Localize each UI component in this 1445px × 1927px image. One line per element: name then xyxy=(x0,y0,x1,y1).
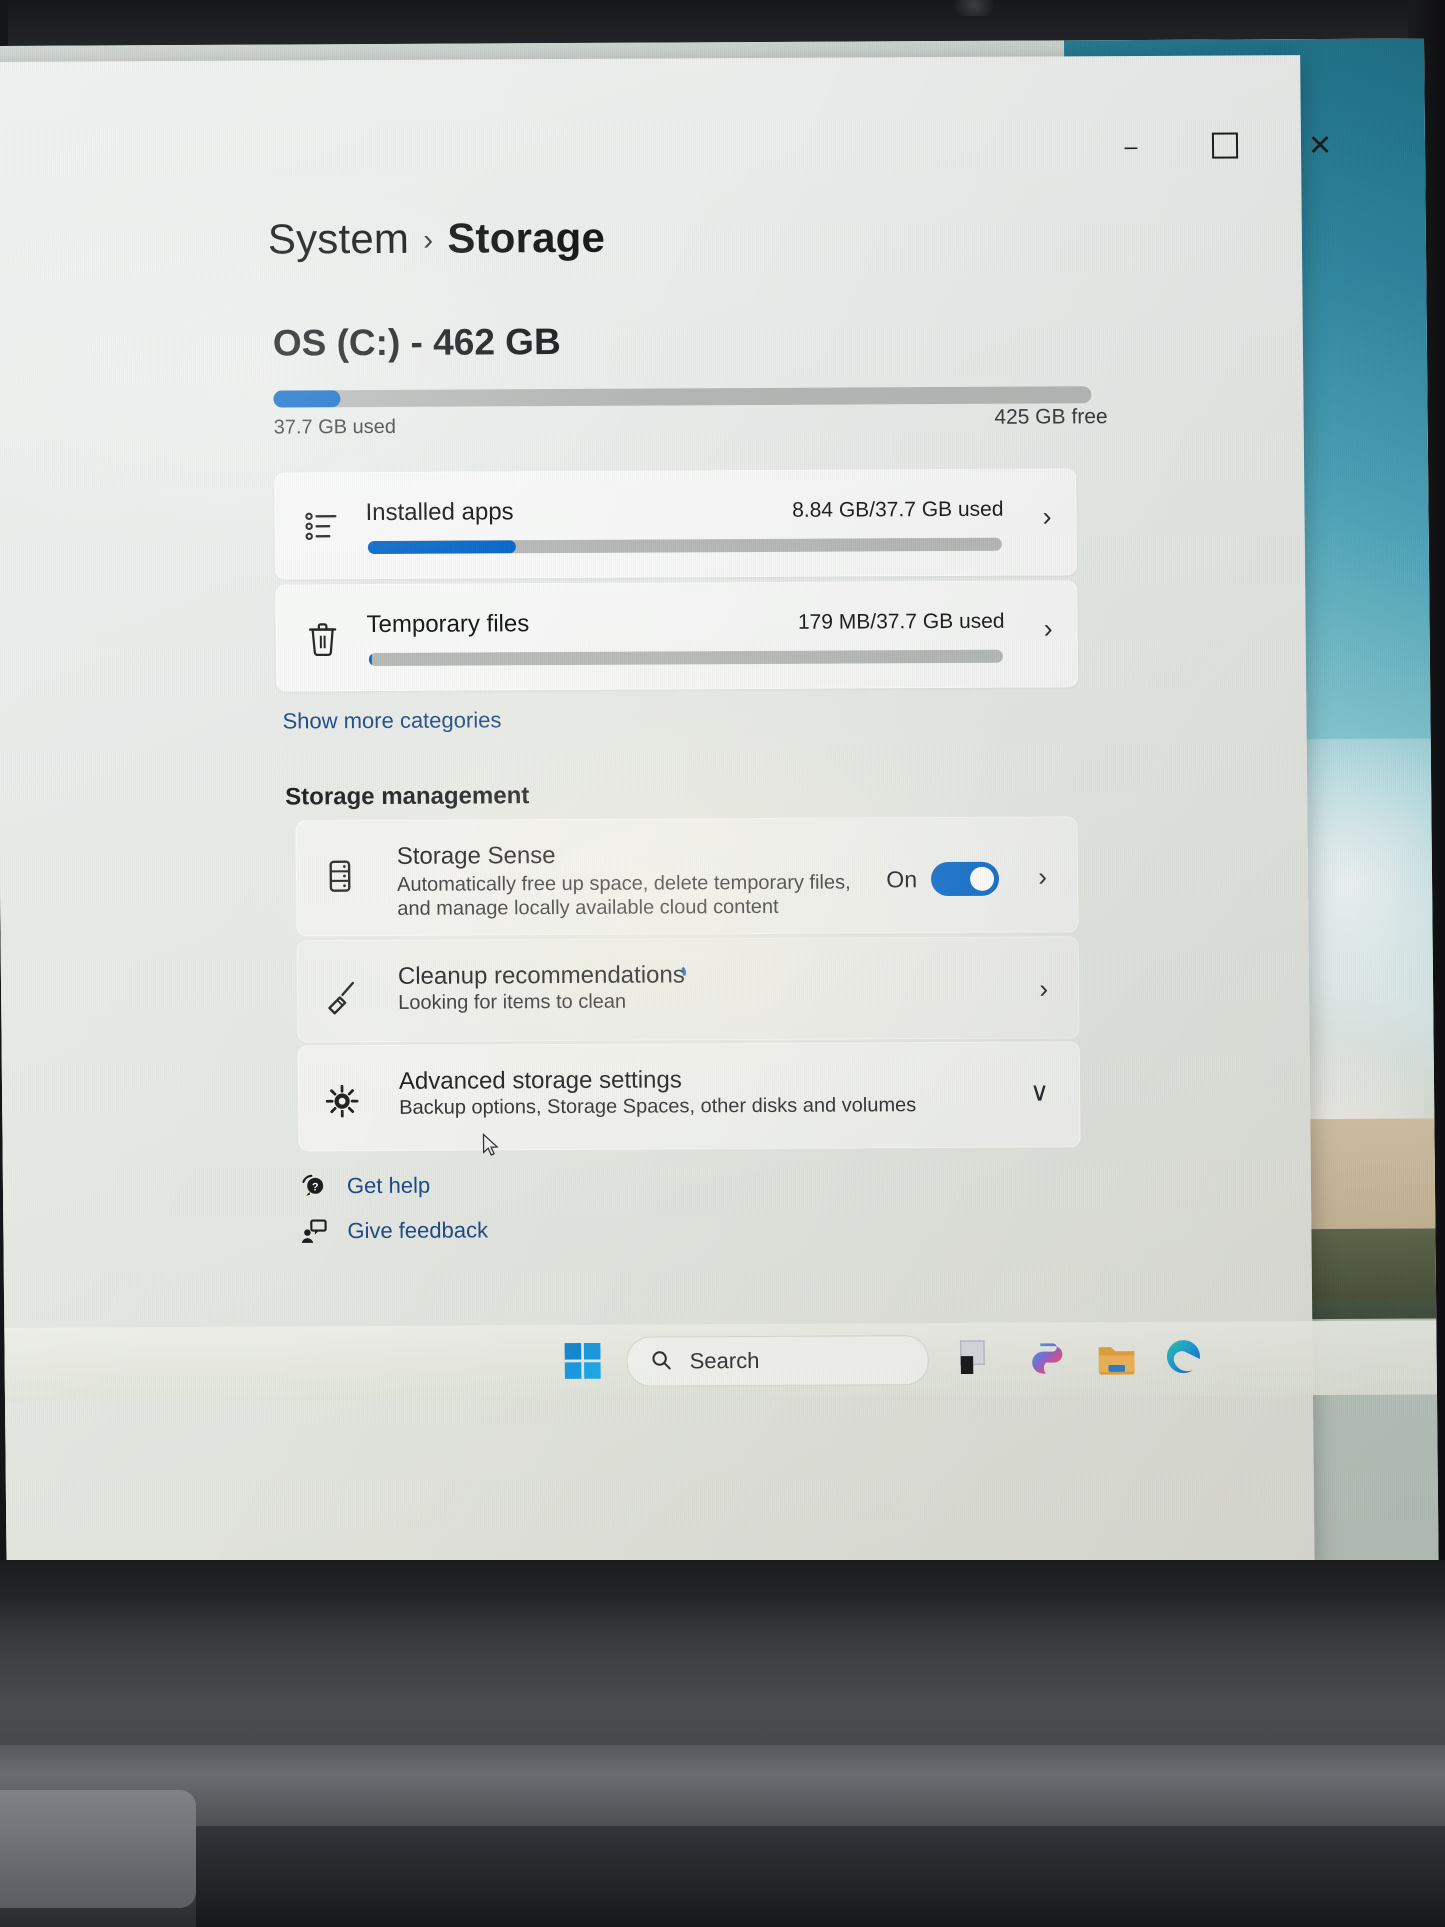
trash-icon xyxy=(308,623,337,657)
category-usage-bar xyxy=(368,649,1003,667)
task-view-icon[interactable] xyxy=(956,1337,1000,1381)
gear-icon xyxy=(325,1084,359,1118)
chevron-right-icon[interactable]: › xyxy=(1043,613,1052,643)
row-title: Advanced storage settings xyxy=(398,1066,682,1095)
get-help-link[interactable]: Get help xyxy=(347,1173,430,1199)
copilot-icon[interactable] xyxy=(1026,1336,1070,1380)
category-usage-fill xyxy=(368,653,373,667)
row-subtitle: Looking for items to clean xyxy=(398,990,627,1014)
webcam xyxy=(955,0,993,16)
category-usage-fill xyxy=(367,540,517,555)
drive-usage-bar xyxy=(273,386,1092,408)
chevron-right-icon[interactable]: › xyxy=(1039,973,1048,1004)
category-size: 8.84 GB/37.7 GB used xyxy=(792,497,1004,522)
category-card-temporary-files[interactable]: Temporary files 179 MB/37.7 GB used › xyxy=(275,580,1079,692)
maximize-button[interactable] xyxy=(1196,123,1254,167)
breadcrumb: System › Storage xyxy=(268,214,606,264)
minimize-button[interactable]: – xyxy=(1102,124,1160,168)
laptop-palmrest xyxy=(0,1790,196,1908)
advanced-storage-settings-row[interactable]: Advanced storage settings Backup options… xyxy=(297,1041,1081,1152)
laptop-screen: – ✕ unt devices internet tion nguage ili… xyxy=(0,38,1439,1576)
row-title: Storage Sense xyxy=(396,842,556,870)
settings-sidebar: unt devices internet tion nguage ility &… xyxy=(0,271,232,274)
maximize-icon xyxy=(1211,132,1239,159)
feedback-icon xyxy=(301,1219,327,1243)
mouse-cursor xyxy=(482,1133,499,1156)
show-more-categories-link[interactable]: Show more categories xyxy=(282,707,501,734)
chevron-right-icon[interactable]: › xyxy=(1042,501,1051,531)
laptop-lower-shadow xyxy=(196,1826,1445,1927)
row-subtitle: Backup options, Storage Spaces, other di… xyxy=(399,1094,917,1119)
drive-free-label: 425 GB free xyxy=(994,405,1108,429)
give-feedback-link[interactable]: Give feedback xyxy=(347,1217,488,1244)
close-button[interactable]: ✕ xyxy=(1291,123,1349,167)
taskbar-search-placeholder: Search xyxy=(689,1347,760,1374)
search-icon xyxy=(652,1351,671,1370)
storage-sense-row[interactable]: Storage Sense Automatically free up spac… xyxy=(295,816,1079,937)
row-title: Cleanup recommendations xyxy=(397,961,685,990)
loading-spinner-icon xyxy=(681,967,686,976)
breadcrumb-parent[interactable]: System xyxy=(268,215,410,263)
storage-sense-icon xyxy=(329,860,351,892)
toggle-state-label: On xyxy=(886,866,918,893)
chevron-down-icon[interactable]: ∨ xyxy=(1030,1076,1049,1107)
help-icon: ? xyxy=(302,1174,324,1196)
broom-icon xyxy=(328,981,355,1015)
svg-text:?: ? xyxy=(312,1181,319,1193)
start-icon[interactable] xyxy=(560,1339,604,1383)
storage-management-heading: Storage management xyxy=(285,782,530,811)
category-name: Temporary files xyxy=(366,610,530,639)
storage-sense-toggle[interactable] xyxy=(930,861,1000,897)
category-name: Installed apps xyxy=(365,498,514,527)
edge-icon[interactable] xyxy=(1162,1336,1206,1380)
breadcrumb-separator: › xyxy=(422,223,434,257)
laptop-photo-scene: – ✕ unt devices internet tion nguage ili… xyxy=(0,0,1445,1927)
drive-title: OS (C:) - 462 GB xyxy=(272,321,561,364)
chevron-right-icon[interactable]: › xyxy=(1038,861,1047,892)
category-size: 179 MB/37.7 GB used xyxy=(797,609,1005,634)
drive-usage-fill xyxy=(273,390,341,408)
drive-used-label: 37.7 GB used xyxy=(273,415,397,439)
breadcrumb-current: Storage xyxy=(447,213,606,262)
file-explorer-icon[interactable] xyxy=(1094,1336,1138,1380)
category-card-installed-apps[interactable]: Installed apps 8.84 GB/37.7 GB used › xyxy=(274,468,1078,580)
row-subtitle: Automatically free up space, delete temp… xyxy=(396,871,851,921)
installed-apps-icon xyxy=(305,512,337,541)
cleanup-recommendations-row[interactable]: Cleanup recommendations Looking for item… xyxy=(296,936,1080,1043)
taskbar-search-box[interactable]: Search xyxy=(626,1335,929,1387)
category-usage-bar xyxy=(367,537,1002,555)
toggle-knob xyxy=(969,866,995,891)
